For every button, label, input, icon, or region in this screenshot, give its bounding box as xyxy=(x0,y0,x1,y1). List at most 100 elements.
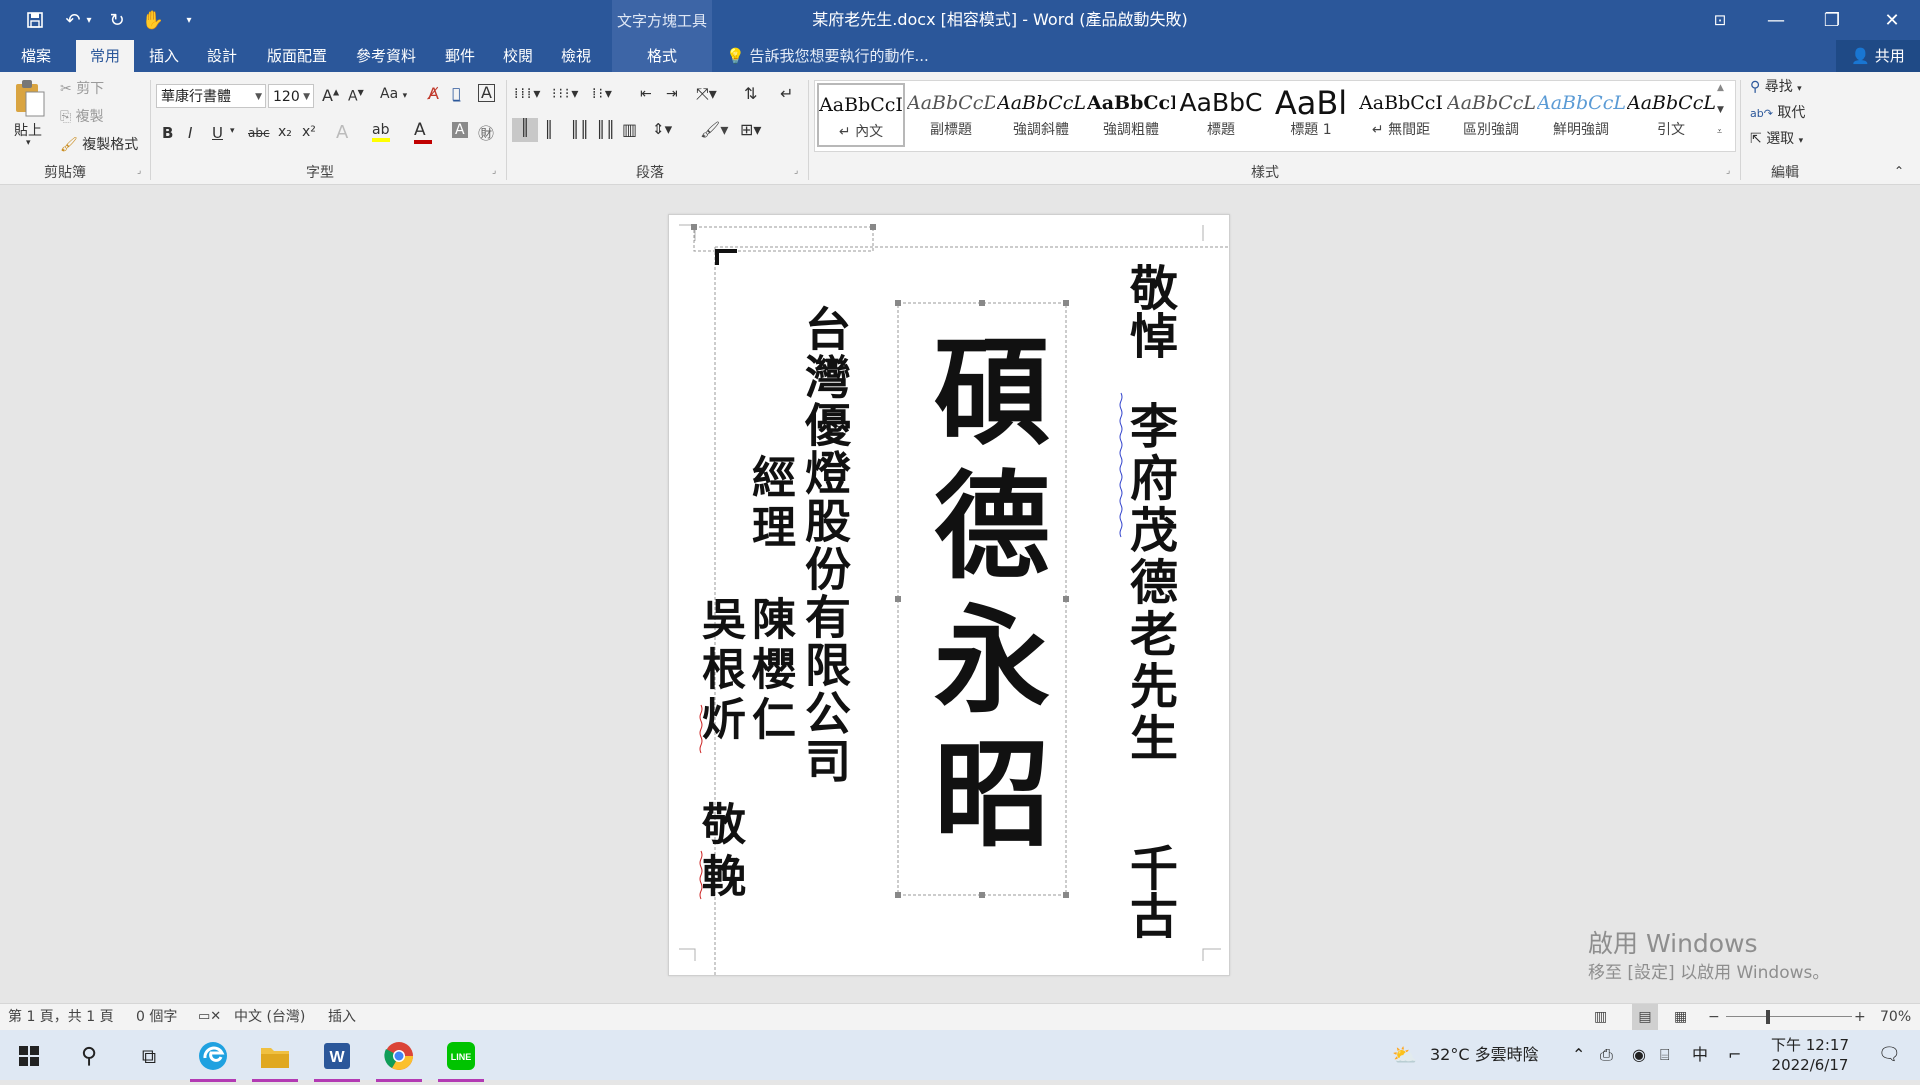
text-effects-icon[interactable]: A xyxy=(336,122,348,143)
gallery-up-icon[interactable]: ▲ xyxy=(1717,83,1724,93)
strikethrough-button[interactable]: abc xyxy=(248,126,270,140)
edge-icon[interactable] xyxy=(186,1034,240,1082)
ime-indicator[interactable]: 中 xyxy=(1692,1030,1708,1080)
style-heading-1[interactable]: AaBl 標題 1 xyxy=(1267,83,1355,147)
align-middle-icon[interactable]: ║ xyxy=(544,120,554,139)
italic-button[interactable]: I xyxy=(188,124,192,142)
zoom-slider[interactable] xyxy=(1726,1016,1852,1017)
gallery-more-icon[interactable]: ⩡ xyxy=(1717,127,1722,137)
enclose-characters-icon[interactable]: ㊖ xyxy=(478,120,494,144)
style-subtle-emphasis[interactable]: AaBbCcL 區別強調 xyxy=(1447,83,1535,147)
show-marks-icon[interactable]: ↵ xyxy=(780,84,793,103)
increase-indent-icon[interactable]: ⇥ xyxy=(666,86,678,102)
align-bottom-icon[interactable]: ║║ xyxy=(570,120,589,139)
gallery-down-icon[interactable]: ▼ xyxy=(1717,105,1724,115)
select-button[interactable]: ⇱ 選取 ▾ xyxy=(1750,128,1803,148)
printer-icon[interactable]: ⎙ xyxy=(1600,1030,1613,1080)
weather-icon[interactable]: ⛅ xyxy=(1392,1030,1417,1080)
zoom-level[interactable]: 70% xyxy=(1880,1004,1911,1030)
shading-icon[interactable]: 🖌▾ xyxy=(700,120,728,139)
close-button[interactable]: ✕ xyxy=(1864,0,1920,40)
clear-formatting-icon[interactable]: A̸ xyxy=(428,84,439,103)
search-icon[interactable]: ⚲ xyxy=(62,1034,116,1078)
multilevel-list-icon[interactable]: ⁞⁝▾ xyxy=(592,86,614,102)
clipboard-launcher-icon[interactable]: ⌟ xyxy=(137,166,141,176)
find-button[interactable]: ⚲ 尋找 ▾ xyxy=(1750,76,1802,96)
decrease-indent-icon[interactable]: ⇤ xyxy=(640,86,652,102)
paragraph-launcher-icon[interactable]: ⌟ xyxy=(794,166,798,176)
chrome-icon[interactable] xyxy=(372,1034,426,1082)
style-no-spacing[interactable]: AaBbCcI ↵ 無間距 xyxy=(1357,83,1445,147)
tab-layout[interactable]: 版面配置 xyxy=(258,40,336,72)
subscript-button[interactable]: x₂ xyxy=(278,124,292,140)
character-border-icon[interactable]: A xyxy=(478,84,495,102)
tab-mailings[interactable]: 郵件 xyxy=(436,40,484,72)
style-intense-emphasis[interactable]: AaBbCcL 鮮明強調 xyxy=(1537,83,1625,147)
file-explorer-icon[interactable] xyxy=(248,1034,302,1082)
styles-launcher-icon[interactable]: ⌟ xyxy=(1726,166,1730,176)
align-top-icon[interactable]: ║ xyxy=(512,118,538,142)
ribbon-display-options-icon[interactable]: ⊡ xyxy=(1692,0,1748,40)
restore-button[interactable]: ❐ xyxy=(1804,0,1860,40)
tab-references[interactable]: 參考資料 xyxy=(346,40,426,72)
clock[interactable]: 下午 12:17 2022/6/17 xyxy=(1770,1030,1850,1085)
word-count[interactable]: 0 個字 xyxy=(136,1004,177,1030)
collapse-ribbon-icon[interactable]: ⌃ xyxy=(1894,164,1904,178)
zoom-in-icon[interactable]: + xyxy=(1854,1004,1866,1030)
task-view-icon[interactable]: ⧉ xyxy=(122,1034,176,1078)
font-name-combo[interactable]: 華康行書體 ▼ xyxy=(156,84,266,108)
weather-text[interactable]: 32°C 多雲時陰 xyxy=(1430,1030,1539,1080)
chevron-down-icon[interactable]: ▾ xyxy=(230,126,235,136)
phonetic-guide-icon[interactable]: 中̲ xyxy=(452,86,460,102)
style-quote[interactable]: AaBbCcL 引文 xyxy=(1627,83,1715,147)
print-layout-icon[interactable]: ▤ xyxy=(1632,1004,1658,1030)
web-layout-icon[interactable]: ▦ xyxy=(1674,1004,1687,1030)
tell-me-search[interactable]: 💡 告訴我您想要執行的動作... xyxy=(726,40,929,72)
network-icon[interactable]: ⌸ xyxy=(1660,1030,1670,1080)
document-page[interactable]: 敬悼 李府茂德老先生 千古 碩德永昭 台灣優燈股份有限公司 經理 陳櫻仁 吳根炘… xyxy=(668,214,1230,976)
start-icon[interactable] xyxy=(2,1034,56,1078)
style-subtitle[interactable]: AaBbCcDi 副標題 xyxy=(907,83,995,147)
proofing-icon[interactable]: ▭✕ xyxy=(198,1004,221,1030)
shrink-font-button[interactable]: A▼ xyxy=(348,88,364,105)
language-indicator[interactable]: 中文 (台灣) xyxy=(234,1004,305,1030)
bold-button[interactable]: B xyxy=(162,124,173,142)
read-mode-icon[interactable]: ▥ xyxy=(1594,1004,1607,1030)
ime-mode-icon[interactable]: ⌐ xyxy=(1728,1030,1741,1080)
zoom-out-icon[interactable]: − xyxy=(1708,1004,1720,1030)
grow-font-button[interactable]: A▲ xyxy=(322,86,339,105)
customize-qa-icon[interactable]: ▾ xyxy=(176,8,202,32)
paste-dropdown-icon[interactable]: ▾ xyxy=(26,138,31,148)
tab-insert[interactable]: 插入 xyxy=(140,40,188,72)
style-normal[interactable]: AaBbCcI ↵ 內文 xyxy=(817,83,905,147)
replace-button[interactable]: ab↷ 取代 xyxy=(1750,102,1805,122)
tab-view[interactable]: 檢視 xyxy=(552,40,600,72)
redo-icon[interactable]: ↻ xyxy=(104,8,130,32)
style-strong[interactable]: AaBbCcI 強調粗體 xyxy=(1087,83,1175,147)
center-elegy-textbox[interactable]: 碩德永昭 xyxy=(901,319,1063,879)
page-count[interactable]: 第 1 頁，共 1 頁 xyxy=(8,1004,114,1030)
cut-button[interactable]: ✂ 剪下 xyxy=(60,78,104,98)
justify-vertical-icon[interactable]: ║║ xyxy=(596,120,615,139)
numbering-icon[interactable]: ⁝⁝⁝▾ xyxy=(552,86,580,102)
sort-icon[interactable]: ⇅ xyxy=(744,84,757,103)
notifications-icon[interactable]: 🗨 xyxy=(1878,1030,1901,1080)
superscript-button[interactable]: x² xyxy=(302,124,316,140)
format-painter-button[interactable]: 🖌 複製格式 xyxy=(60,134,138,154)
font-launcher-icon[interactable]: ⌟ xyxy=(492,166,496,176)
touch-mode-icon[interactable]: ✋ xyxy=(140,8,166,32)
font-color-icon[interactable]: A xyxy=(414,120,432,144)
show-hidden-icons-icon[interactable]: ⌃ xyxy=(1572,1030,1585,1080)
tab-design[interactable]: 設計 xyxy=(198,40,246,72)
minimize-button[interactable]: — xyxy=(1748,0,1804,40)
borders-icon[interactable]: ⊞▾ xyxy=(740,120,761,139)
share-button[interactable]: 👤 共用 xyxy=(1836,40,1920,72)
tab-file[interactable]: 檔案 xyxy=(8,40,64,72)
word-icon[interactable]: W xyxy=(310,1034,364,1082)
underline-button[interactable]: U xyxy=(212,124,223,142)
tab-review[interactable]: 校閱 xyxy=(494,40,542,72)
save-icon[interactable] xyxy=(22,8,48,32)
change-case-button[interactable]: Aa ▾ xyxy=(380,86,407,102)
tab-home[interactable]: 常用 xyxy=(76,40,134,72)
text-direction-icon[interactable]: ⤧▾ xyxy=(696,84,717,104)
